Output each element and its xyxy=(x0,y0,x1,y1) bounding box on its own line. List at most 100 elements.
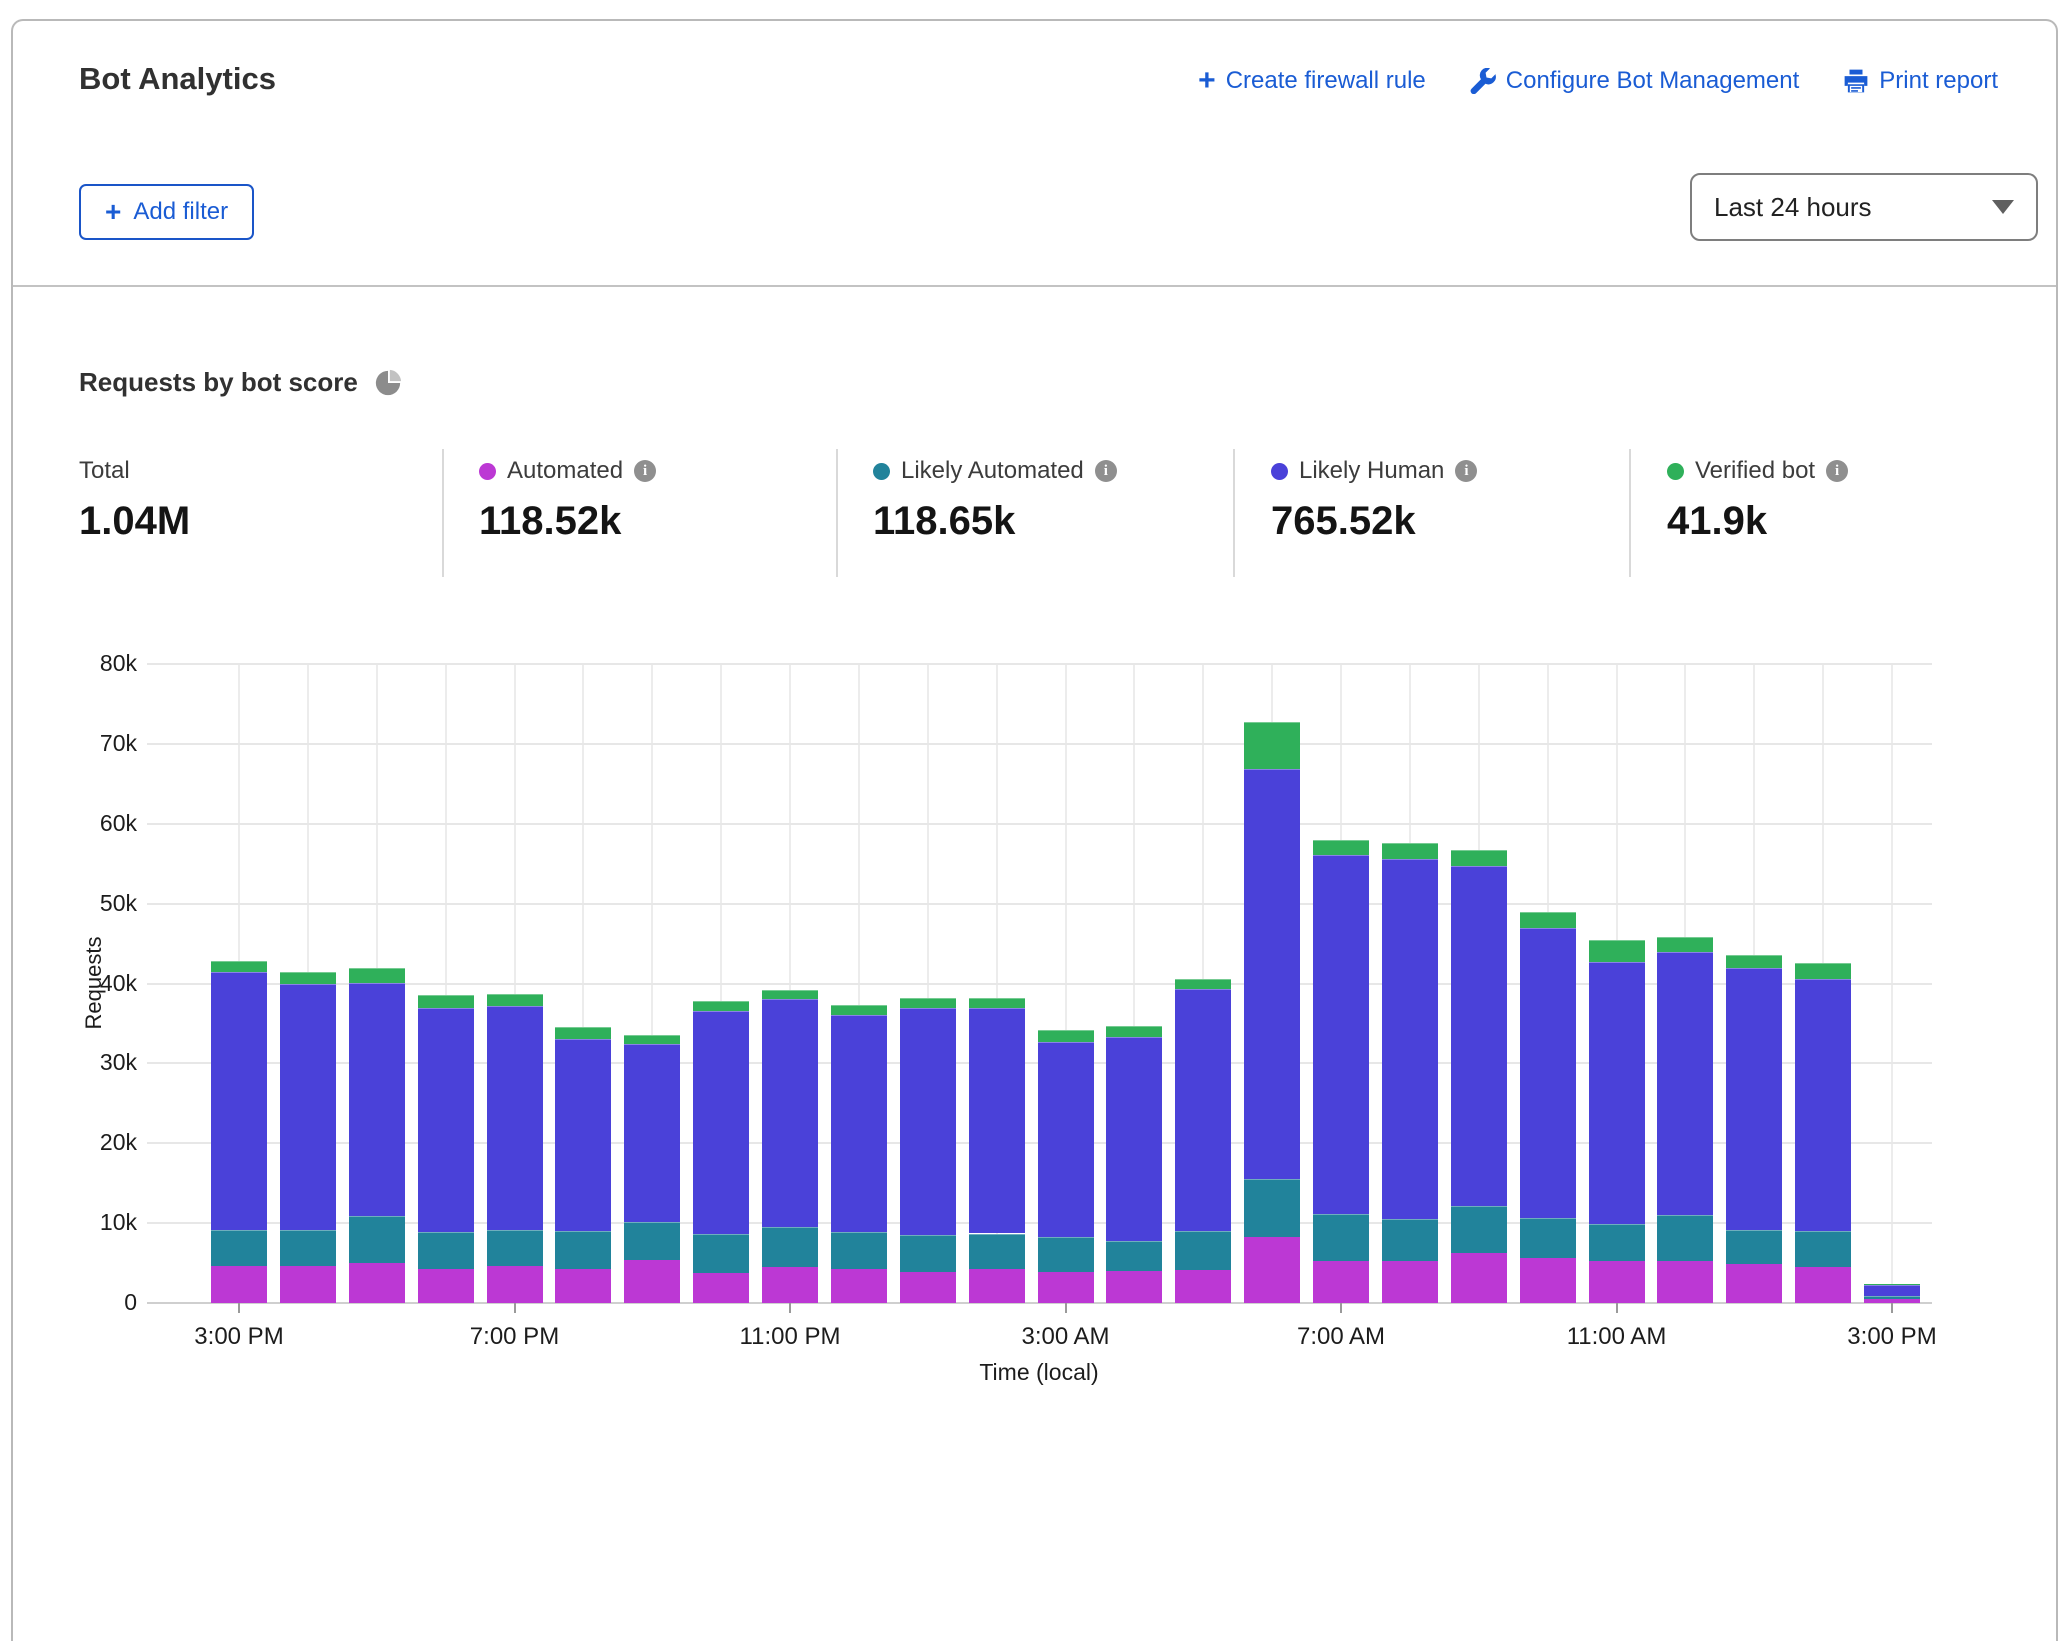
printer-icon xyxy=(1843,68,1869,94)
bar-segment-likely-automated xyxy=(1451,1206,1507,1253)
bar-100pm[interactable] xyxy=(1726,664,1782,1303)
bar-segment-verified-bot xyxy=(1589,940,1645,962)
bar-1200pm[interactable] xyxy=(1657,664,1713,1303)
bar-segment-verified-bot xyxy=(487,994,543,1006)
bar-600am[interactable] xyxy=(1244,664,1300,1303)
bar-200am[interactable] xyxy=(969,664,1025,1303)
bar-segment-likely-automated xyxy=(1726,1230,1782,1264)
bar-segment-likely-automated xyxy=(1038,1237,1094,1272)
section-title: Requests by bot score xyxy=(79,367,402,398)
bar-segment-likely-automated xyxy=(693,1234,749,1273)
bar-segment-likely-automated xyxy=(969,1234,1025,1270)
bar-100am[interactable] xyxy=(900,664,956,1303)
y-tick-label: 50k xyxy=(37,890,137,917)
time-range-value: Last 24 hours xyxy=(1714,192,1872,223)
bar-segment-likely-human xyxy=(1175,989,1231,1231)
x-tick-label: 3:00 PM xyxy=(1847,1323,1936,1351)
bar-segment-likely-automated xyxy=(349,1216,405,1263)
info-icon[interactable]: i xyxy=(1455,460,1477,482)
bar-segment-automated xyxy=(1451,1253,1507,1303)
bar-segment-automated xyxy=(1106,1271,1162,1303)
create-firewall-rule-link[interactable]: + Create firewall rule xyxy=(1198,67,1426,95)
bar-300pm[interactable] xyxy=(211,664,267,1303)
likely-automated-label: Likely Automated xyxy=(901,457,1084,485)
bar-segment-verified-bot xyxy=(1657,937,1713,951)
bar-segment-likely-automated xyxy=(1106,1241,1162,1271)
bar-segment-likely-automated xyxy=(418,1232,474,1269)
bar-segment-verified-bot xyxy=(1795,963,1851,979)
likely-automated-value: 118.65k xyxy=(873,499,1117,544)
y-tick-label: 20k xyxy=(37,1129,137,1156)
bar-segment-likely-human xyxy=(1106,1037,1162,1241)
bar-segment-likely-automated xyxy=(1313,1214,1369,1261)
info-icon[interactable]: i xyxy=(1095,460,1117,482)
bar-segment-likely-automated xyxy=(900,1235,956,1272)
x-tick-mark xyxy=(238,1303,240,1313)
bar-segment-likely-automated xyxy=(831,1232,887,1270)
create-firewall-rule-label: Create firewall rule xyxy=(1226,67,1426,95)
info-icon[interactable]: i xyxy=(1826,460,1848,482)
bar-segment-automated xyxy=(1657,1261,1713,1303)
bar-segment-likely-human xyxy=(693,1011,749,1234)
bar-700pm[interactable] xyxy=(487,664,543,1303)
stat-verified-bot: Verified bot i 41.9k xyxy=(1667,457,1848,544)
x-tick-label: 7:00 AM xyxy=(1297,1323,1385,1351)
stat-divider xyxy=(1629,449,1631,577)
print-report-link[interactable]: Print report xyxy=(1843,67,1998,95)
bar-segment-likely-human xyxy=(1520,928,1576,1218)
plus-icon: + xyxy=(1198,69,1216,93)
print-report-label: Print report xyxy=(1879,67,1998,95)
x-tick-mark xyxy=(1616,1303,1618,1313)
bar-segment-likely-human xyxy=(762,999,818,1227)
bar-segment-verified-bot xyxy=(1382,843,1438,859)
bar-segment-verified-bot xyxy=(1038,1030,1094,1042)
bar-900pm[interactable] xyxy=(624,664,680,1303)
likely-human-value: 765.52k xyxy=(1271,499,1477,544)
bar-segment-likely-human xyxy=(831,1015,887,1232)
bar-segment-likely-human xyxy=(900,1008,956,1235)
info-icon[interactable]: i xyxy=(634,460,656,482)
bar-800pm[interactable] xyxy=(555,664,611,1303)
configure-bot-management-link[interactable]: Configure Bot Management xyxy=(1470,67,1800,95)
automated-legend-dot xyxy=(479,463,496,480)
bar-segment-verified-bot xyxy=(831,1005,887,1015)
bar-segment-automated xyxy=(900,1272,956,1303)
time-range-dropdown[interactable]: Last 24 hours xyxy=(1690,173,2038,241)
stats-row: Total 1.04M Automated i 118.52k Likely A… xyxy=(13,449,2056,579)
bar-segment-verified-bot xyxy=(762,990,818,999)
bar-1100pm[interactable] xyxy=(762,664,818,1303)
bar-segment-likely-human xyxy=(1382,859,1438,1219)
bar-800am[interactable] xyxy=(1382,664,1438,1303)
automated-label: Automated xyxy=(507,457,623,485)
bar-segment-likely-human xyxy=(349,983,405,1216)
add-filter-button[interactable]: + Add filter xyxy=(79,184,254,240)
bar-400am[interactable] xyxy=(1106,664,1162,1303)
bar-600pm[interactable] xyxy=(418,664,474,1303)
bar-900am[interactable] xyxy=(1451,664,1507,1303)
bar-segment-verified-bot xyxy=(969,998,1025,1008)
bar-700am[interactable] xyxy=(1313,664,1369,1303)
y-tick-label: 60k xyxy=(37,810,137,837)
bar-200pm[interactable] xyxy=(1795,664,1851,1303)
bar-500am[interactable] xyxy=(1175,664,1231,1303)
bar-segment-verified-bot xyxy=(1106,1026,1162,1037)
bar-segment-likely-human xyxy=(1726,968,1782,1229)
bar-segment-automated xyxy=(555,1269,611,1303)
bar-segment-likely-automated xyxy=(555,1231,611,1269)
bar-segment-automated xyxy=(418,1269,474,1303)
bar-1200am[interactable] xyxy=(831,664,887,1303)
configure-bot-management-label: Configure Bot Management xyxy=(1506,67,1800,95)
bar-300am[interactable] xyxy=(1038,664,1094,1303)
bar-1000am[interactable] xyxy=(1520,664,1576,1303)
x-axis-title: Time (local) xyxy=(979,1359,1098,1386)
bar-500pm[interactable] xyxy=(349,664,405,1303)
verified-bot-legend-dot xyxy=(1667,463,1684,480)
page-title: Bot Analytics xyxy=(79,61,276,97)
bar-400pm[interactable] xyxy=(280,664,336,1303)
bar-300pm[interactable] xyxy=(1864,664,1920,1303)
bar-segment-likely-human xyxy=(1451,866,1507,1205)
bar-segment-likely-human xyxy=(624,1044,680,1221)
bar-1100am[interactable] xyxy=(1589,664,1645,1303)
bar-1000pm[interactable] xyxy=(693,664,749,1303)
bar-segment-verified-bot xyxy=(1313,840,1369,855)
